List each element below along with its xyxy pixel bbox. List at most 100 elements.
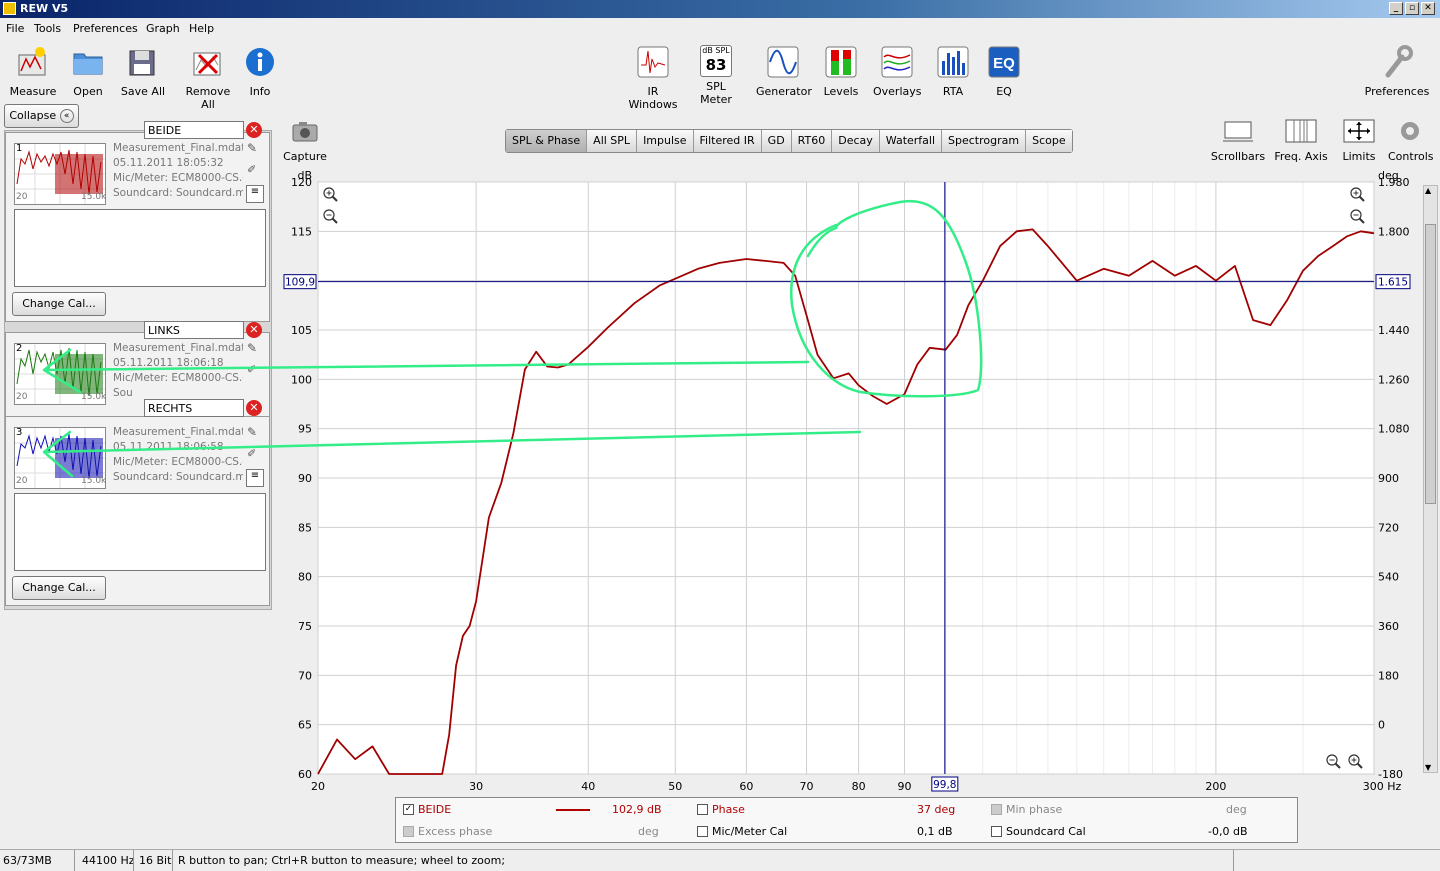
- y-tick-label: 115: [291, 225, 312, 238]
- remove-measurement-icon-1[interactable]: ✕: [246, 122, 262, 138]
- y2-tick-label: 720: [1378, 521, 1399, 534]
- tab-scope[interactable]: Scope: [1026, 130, 1072, 152]
- soundcard-cal-checkbox[interactable]: [991, 826, 1002, 837]
- menu-file[interactable]: File: [6, 22, 24, 35]
- y-tick-label: 90: [298, 472, 312, 485]
- rta-icon: [937, 46, 969, 78]
- remove-measurement-icon-3[interactable]: ✕: [246, 400, 262, 416]
- scroll-down-arrow-icon[interactable]: ▼: [1425, 763, 1431, 772]
- remove-measurement-icon-2[interactable]: ✕: [246, 322, 262, 338]
- excess-phase-checkbox[interactable]: [403, 826, 414, 837]
- ir-windows-button[interactable]: IR Windows: [622, 45, 684, 111]
- vertical-scrollbar[interactable]: ▲ ▼: [1423, 185, 1438, 773]
- calibrate-icon-3[interactable]: ✐: [247, 447, 263, 461]
- phase-checkbox[interactable]: [697, 804, 708, 815]
- tab-rt60[interactable]: RT60: [791, 130, 833, 152]
- freq-axis-button[interactable]: Freq. Axis: [1273, 118, 1329, 163]
- scroll-up-arrow-icon[interactable]: ▲: [1425, 186, 1431, 195]
- save-all-button[interactable]: Save All: [118, 45, 168, 98]
- measure-button[interactable]: Measure: [6, 45, 60, 98]
- gear-icon: [1401, 122, 1419, 140]
- menu-help[interactable]: Help: [189, 22, 214, 35]
- menu-bar: File Tools Preferences Graph Help: [0, 19, 1440, 39]
- maximize-button[interactable]: ▫: [1405, 2, 1419, 15]
- remove-icon: [193, 52, 221, 76]
- spl-phase-chart[interactable]: 12011511010510095908580757065601.9801.80…: [280, 165, 1440, 797]
- tab-spectrogram[interactable]: Spectrogram: [942, 130, 1027, 152]
- scrollbars-button[interactable]: Scrollbars: [1210, 118, 1266, 163]
- remove-all-button[interactable]: Remove All: [178, 45, 238, 111]
- tab-waterfall[interactable]: Waterfall: [879, 130, 943, 152]
- cursor-y-label: 109,9: [285, 277, 315, 289]
- measurement-notes-3[interactable]: [14, 493, 266, 571]
- status-bar: 63/73MB 44100 Hz 16 Bit R button to pan;…: [0, 849, 1440, 871]
- generator-button[interactable]: Generator: [756, 45, 812, 98]
- measurement-thumbnail-2[interactable]: 2 20 15.0k: [14, 343, 106, 405]
- ir-windows-icon: [637, 46, 669, 78]
- tab-impulse[interactable]: Impulse: [637, 130, 694, 152]
- beide-checkbox[interactable]: ✓: [403, 804, 414, 815]
- eq-button[interactable]: EQ EQ: [986, 45, 1022, 98]
- sample-rate-status: 44100 Hz: [82, 854, 135, 867]
- mic-meter-cal-checkbox[interactable]: [697, 826, 708, 837]
- menu-preferences[interactable]: Preferences: [73, 22, 138, 35]
- menu-graph[interactable]: Graph: [146, 22, 180, 35]
- measurement-notes-1[interactable]: [14, 209, 266, 287]
- x-tick-label: 80: [852, 780, 866, 793]
- close-button[interactable]: ✕: [1421, 2, 1435, 15]
- y-tick-label: 95: [298, 423, 312, 436]
- limits-button[interactable]: Limits: [1337, 118, 1381, 163]
- measurement-card-1[interactable]: 1 20 15.0k BEIDE ✕ Measurement_Final.mda…: [5, 121, 270, 322]
- min-phase-checkbox[interactable]: [991, 804, 1002, 815]
- tab-gd[interactable]: GD: [761, 130, 792, 152]
- scrollbar-thumb[interactable]: [1425, 224, 1436, 504]
- change-cal-button-3[interactable]: Change Cal...: [12, 576, 106, 600]
- measurement-thumbnail-1[interactable]: 1 20 15.0k: [14, 143, 106, 205]
- edit-icon-3[interactable]: ✎: [247, 425, 263, 439]
- x-tick-label: 70: [800, 780, 814, 793]
- bit-depth-status: 16 Bit: [139, 854, 172, 867]
- tab-decay[interactable]: Decay: [832, 130, 880, 152]
- collapse-button[interactable]: Collapse «: [4, 104, 79, 128]
- y2-tick-label: 900: [1378, 472, 1399, 485]
- minimize-button[interactable]: _: [1389, 2, 1403, 15]
- measurement-card-3[interactable]: 3 20 15.0k RECHTS ✕ Measurement_Final.md…: [5, 399, 270, 606]
- measurement-name-input-3[interactable]: RECHTS: [144, 399, 244, 417]
- menu-tools[interactable]: Tools: [34, 22, 61, 35]
- overlays-button[interactable]: Overlays: [873, 45, 922, 98]
- tab-filtered-ir[interactable]: Filtered IR: [693, 130, 762, 152]
- cursor-x-label: 99,8: [933, 779, 956, 791]
- levels-button[interactable]: Levels: [822, 45, 860, 98]
- capture-button[interactable]: Capture: [283, 118, 327, 163]
- y2-tick-label: 1.260: [1378, 373, 1410, 386]
- svg-text:EQ: EQ: [993, 55, 1015, 72]
- change-cal-button-1[interactable]: Change Cal...: [12, 292, 106, 316]
- notes-icon-1[interactable]: ≡: [246, 185, 264, 203]
- calibrate-icon-1[interactable]: ✐: [247, 163, 263, 177]
- measurement-thumbnail-3[interactable]: 3 20 15.0k: [14, 427, 106, 489]
- window-title: REW V5: [20, 2, 69, 15]
- calibrate-icon-2[interactable]: ✐: [247, 363, 263, 377]
- rta-button[interactable]: RTA: [936, 45, 970, 98]
- camera-icon: [292, 122, 318, 142]
- x-tick-label: 30: [469, 780, 483, 793]
- x-tick-label: 90: [898, 780, 912, 793]
- tab-spl-phase[interactable]: SPL & Phase: [506, 130, 588, 152]
- spl-meter-icon: dB SPL 83: [700, 45, 732, 77]
- tab-all-spl[interactable]: All SPL: [587, 130, 638, 152]
- edit-icon-2[interactable]: ✎: [247, 341, 263, 355]
- y-tick-label: 105: [291, 324, 312, 337]
- notes-icon-3[interactable]: ≡: [246, 469, 264, 487]
- preferences-button[interactable]: Preferences: [1364, 45, 1430, 98]
- double-chevron-left-icon: «: [59, 109, 74, 123]
- measurement-name-input-2[interactable]: LINKS: [144, 321, 244, 339]
- y2-tick-label: 0: [1378, 719, 1385, 732]
- controls-button[interactable]: Controls: [1388, 118, 1434, 163]
- open-button[interactable]: Open: [66, 45, 110, 98]
- y2-axis-label: deg: [1378, 169, 1399, 182]
- edit-icon-1[interactable]: ✎: [247, 141, 263, 155]
- measurement-name-input-1[interactable]: BEIDE: [144, 121, 244, 139]
- spl-meter-button[interactable]: dB SPL 83 SPL Meter: [689, 45, 743, 106]
- info-button[interactable]: Info: [243, 45, 277, 98]
- levels-icon: [825, 46, 857, 78]
